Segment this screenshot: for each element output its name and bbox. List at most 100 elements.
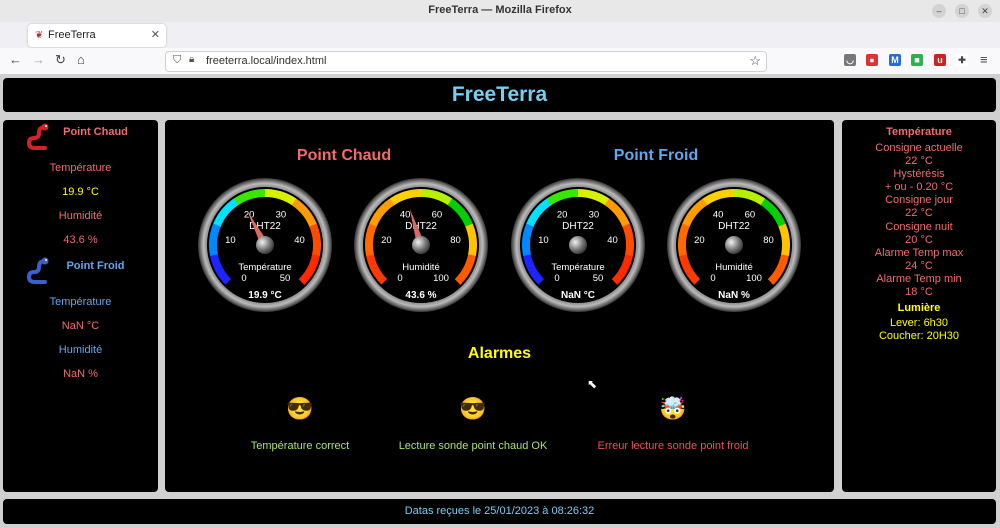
forward-icon[interactable]: → [32, 53, 45, 67]
gauge-tick-label: 30 [589, 209, 600, 220]
home-icon[interactable]: ⌂ [77, 53, 85, 67]
url-text[interactable]: freeterra.local/index.html [206, 55, 326, 67]
alarm-min-label: Alarme Temp min [876, 273, 962, 285]
gauge-knob [256, 236, 274, 254]
gauge-sensor-name: DHT22 [562, 221, 594, 232]
gauge-tick-label: 50 [280, 273, 291, 284]
gauge-tick-label: 60 [432, 209, 443, 220]
gauge-tick-label: 60 [745, 209, 756, 220]
alarms-title: Alarmes [467, 345, 532, 362]
gauge-tick-label: 20 [694, 235, 705, 246]
light-title: Lumière [897, 302, 941, 314]
cool-face-icon: 😎 [459, 396, 487, 421]
maximize-button[interactable]: □ [955, 4, 969, 18]
pocket-icon[interactable]: ◡ [844, 54, 856, 66]
hot-hum-label: Humidité [58, 210, 103, 222]
right-settings-panel: Température Consigne actuelle 22 °C Hyst… [842, 120, 996, 492]
gauge-tick-label: 40 [294, 235, 305, 246]
consigne-actuelle-value: 22 °C [905, 155, 933, 167]
gauge-tick-label: 10 [538, 235, 549, 246]
gauge-tick-label: 50 [593, 273, 604, 284]
hot-hum-value: 43.6 % [63, 234, 98, 246]
gauge-tick-label: 100 [746, 273, 762, 284]
back-icon[interactable]: ← [9, 53, 22, 67]
gauge-cold-temperature: 10 20 30 40 0 50 DHT22 Température NaN °C [511, 178, 645, 312]
gauge-tick-label: 0 [554, 273, 559, 284]
navigation-bar: ← → ↻ ⌂ ⛉ 🔒︎ freeterra.local/index.html … [0, 48, 1000, 75]
gauges-hot-title: Point Chaud [296, 147, 392, 164]
alarm-text: Erreur lecture sonde point froid [597, 440, 749, 452]
gauge-tick [306, 236, 313, 240]
cold-temp-value: NaN °C [61, 320, 100, 332]
consigne-actuelle-label: Consigne actuelle [875, 142, 963, 154]
tab-freeterra[interactable]: ❦ FreeTerra ✕ [28, 24, 166, 47]
gauge-readout: NaN °C [561, 290, 595, 301]
insecure-lock-icon[interactable]: 🔒︎ [189, 54, 194, 65]
gauge-tick-label: 20 [557, 209, 568, 220]
last-update-text: Datas reçues le 25/01/2023 à 08:26:32 [404, 505, 595, 517]
gauge-tick [775, 236, 782, 240]
extensions-puzzle-icon[interactable]: ✚ [956, 54, 968, 66]
gauge-label: Humidité [402, 262, 440, 273]
extension-green-icon[interactable]: ■ [911, 54, 923, 66]
gauge-label: Température [551, 262, 604, 273]
snake-favicon-icon: ❦ [35, 30, 44, 41]
ublock-icon[interactable]: u [934, 54, 946, 66]
gauge-tick-label: 0 [241, 273, 246, 284]
gauge-tick-label: 10 [225, 235, 236, 246]
app-menu-icon[interactable]: ≡ [980, 53, 988, 67]
gauge-label: Humidité [715, 262, 753, 273]
app-title: FreeTerra [451, 83, 548, 106]
cold-hum-value: NaN % [63, 368, 98, 380]
gauge-cold-humidity: 20 40 60 80 0 100 DHT22 Humidité NaN % [667, 178, 801, 312]
gauge-tick-label: 80 [450, 235, 461, 246]
consigne-nuit-label: Consigne nuit [885, 221, 953, 233]
hysteresis-label: Hystérésis [893, 168, 945, 180]
gauge-tick [462, 236, 469, 240]
exploding-head-icon: 🤯 [659, 396, 687, 421]
gauge-tick-label: 40 [400, 209, 411, 220]
mouse-cursor-icon: ⬉ [587, 377, 598, 391]
gauge-tick [373, 236, 380, 240]
hot-point-title: Point Chaud [63, 126, 128, 138]
page-content: FreeTerra Point Chaud Température 19.9 °… [0, 74, 1000, 528]
gauge-knob [725, 236, 743, 254]
gauge-tick-label: 0 [710, 273, 715, 284]
center-panel: Point Chaud Point Froid 10 20 30 40 0 50 DHT22… [165, 120, 834, 492]
minimize-button[interactable]: – [932, 4, 946, 18]
gauge-hot-humidity: 20 40 60 80 0 100 DHT22 Humidité 43.6 % [354, 178, 488, 312]
consigne-jour-value: 22 °C [905, 207, 933, 219]
cold-temp-label: Température [49, 296, 112, 308]
settings-temp-title: Température [886, 126, 952, 138]
cold-point-title: Point Froid [66, 260, 125, 272]
bookmark-star-icon[interactable]: ☆ [749, 53, 761, 69]
close-window-button[interactable]: ✕ [978, 4, 992, 18]
gauge-tick-label: 80 [763, 235, 774, 246]
extension-red-icon[interactable]: ● [866, 54, 878, 66]
status-footer: Datas reçues le 25/01/2023 à 08:26:32 [3, 499, 996, 524]
gauge-tick [217, 236, 224, 240]
gauge-knob [569, 236, 587, 254]
gauge-sensor-name: DHT22 [718, 221, 750, 232]
alarm-max-value: 24 °C [905, 260, 933, 272]
hot-temp-value: 19.9 °C [62, 186, 99, 198]
window-titlebar: FreeTerra — Mozilla Firefox – □ ✕ [0, 0, 1000, 23]
tab-bar: ❦ FreeTerra ✕ + ⌄ [0, 22, 1000, 64]
alarm-min-value: 18 °C [905, 286, 933, 298]
alarm-max-label: Alarme Temp max [874, 247, 964, 259]
gauge-readout: 43.6 % [405, 290, 436, 301]
reload-icon[interactable]: ↻ [55, 53, 66, 67]
extension-m-icon[interactable]: M [889, 54, 901, 66]
consigne-jour-label: Consigne jour [885, 194, 953, 206]
hot-temp-label: Température [49, 162, 112, 174]
tab-close-icon[interactable]: ✕ [151, 28, 160, 41]
url-bar[interactable]: ⛉ 🔒︎ freeterra.local/index.html ☆ [165, 51, 767, 72]
gauge-tick-label: 30 [276, 209, 287, 220]
gauges-cold-title: Point Froid [613, 147, 699, 164]
alarm-text: Lecture sonde point chaud OK [398, 440, 548, 452]
gauge-tick-label: 20 [381, 235, 392, 246]
shield-icon[interactable]: ⛉ [173, 54, 181, 67]
gauge-tick [686, 236, 693, 240]
gauge-sensor-name: DHT22 [405, 221, 437, 232]
light-sunrise: Lever: 6h30 [889, 317, 949, 329]
